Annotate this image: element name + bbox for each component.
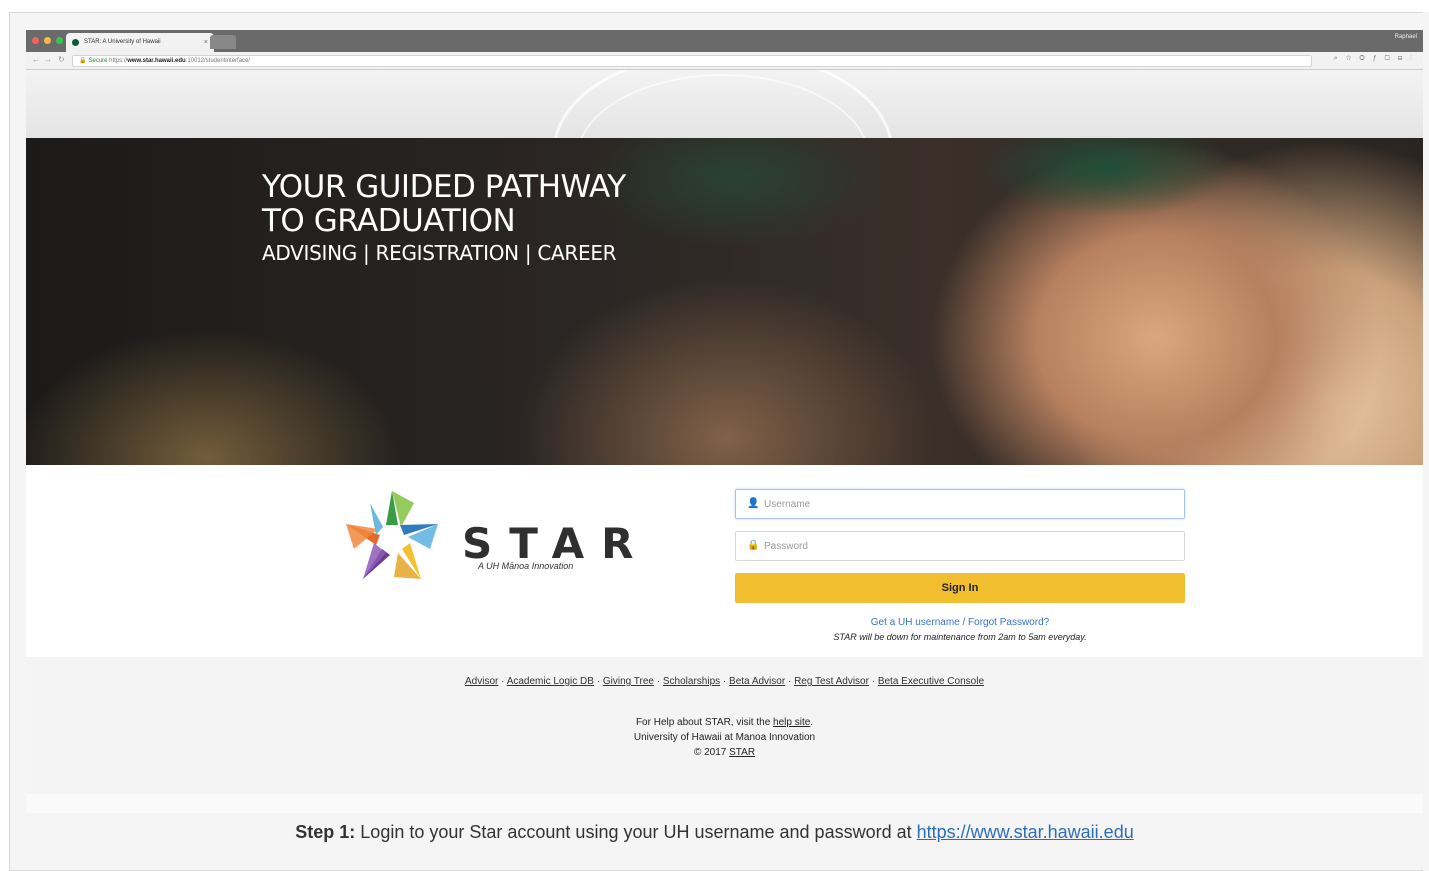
help-site-link[interactable]: help site [773,717,810,728]
hero-banner: YOUR GUIDED PATHWAY TO GRADUATION ADVISI… [26,138,1423,465]
password-field[interactable]: 🔒 [735,531,1185,561]
favicon-icon [72,39,79,46]
footer-help: For Help about STAR, visit the help site… [26,715,1423,760]
zoom-window-button[interactable] [56,37,63,44]
hero-line-1: YOUR GUIDED PATHWAY [262,169,626,205]
step-caption: Step 1: Login to your Star account using… [0,822,1429,843]
user-icon: 👤 [747,498,760,509]
star-footer-link[interactable]: STAR [729,747,755,758]
footer-separator: · [720,676,730,687]
frame-gap [1423,12,1429,871]
university-line: University of Hawaii at Manoa Innovation [633,732,816,743]
help-suffix: . [810,717,814,728]
step-label: Step 1: [295,822,356,842]
page-footer: Advisor · Academic Logic DB · Giving Tre… [26,657,1423,794]
forgot-password-link[interactable]: Get a UH username / Forgot Password? [735,617,1185,628]
footer-separator: · [498,676,507,687]
star-url-link[interactable]: https://www.star.hawaii.edu [917,822,1134,842]
new-tab-button[interactable] [210,35,236,49]
url-path: :10012/studentinterface/ [185,58,251,64]
footer-link-giving-tree[interactable]: Giving Tree [603,676,654,687]
close-window-button[interactable] [32,37,39,44]
footer-links: Advisor · Academic Logic DB · Giving Tre… [26,676,1423,687]
window-controls [32,37,63,44]
tab-close-icon[interactable]: × [204,33,208,52]
footer-link-advisor[interactable]: Advisor [465,676,498,687]
maintenance-notice: STAR will be down for maintenance from 2… [833,632,1087,642]
url-scheme: https:// [109,58,128,64]
tab-bar: STAR: A University of Hawaii × Raphael [26,30,1423,52]
footer-separator: · [785,676,795,687]
hero-line-3: ADVISING | REGISTRATION | CAREER [262,241,617,265]
login-section: STAR A UH Mānoa Innovation 👤 🔒 Sign In G… [26,465,1423,657]
browser-window: STAR: A University of Hawaii × Raphael ←… [26,30,1423,813]
address-bar: ← → ↻ 🔒 Secure https://www.star.hawaii.ed… [26,52,1423,70]
footer-link-reg-test-advisor[interactable]: Reg Test Advisor [794,676,869,687]
star-subtitle: A UH Mānoa Innovation [478,561,574,571]
copyright-prefix: © 2017 [693,747,730,758]
help-prefix: For Help about STAR, visit the [635,717,774,728]
lock-icon: 🔒 [79,58,87,64]
reload-icon[interactable]: ↻ [58,55,65,64]
browser-tab[interactable]: STAR: A University of Hawaii × [66,33,214,52]
forward-icon[interactable]: → [44,55,52,64]
toolbar-icons[interactable]: ⌕ ☆ ◎ ƒ ▢ ⊟ ⋮ [1334,55,1415,63]
secure-label: Secure [88,58,108,64]
step-text: Login to your Star account using your UH… [355,822,917,842]
tab-title: STAR: A University of Hawaii [84,39,161,45]
hero-line-2: TO GRADUATION [262,203,516,239]
url-field[interactable]: 🔒 Secure https://www.star.hawaii.edu:1001… [72,55,1312,67]
profile-name[interactable]: Raphael [1395,34,1417,40]
hero-photo-cap [586,138,886,248]
lock-icon: 🔒 [747,540,760,551]
back-icon[interactable]: ← [32,55,40,64]
username-field[interactable]: 👤 [735,489,1185,519]
page-header [26,70,1423,138]
footer-separator: · [653,676,663,687]
footer-separator: · [868,676,878,687]
password-input[interactable] [764,537,1174,555]
star-logo-icon [346,491,438,579]
footer-link-academic-logic-db[interactable]: Academic Logic DB [507,676,594,687]
copyright-line: © 2017 STAR [26,745,1423,760]
url-host: www.star.hawaii.edu [127,58,186,64]
help-line: For Help about STAR, visit the help site… [26,715,1423,730]
footer-separator: · [593,676,603,687]
footer-link-beta-executive-console[interactable]: Beta Executive Console [878,676,984,687]
hero-photo-cap-2 [976,138,1236,218]
footer-link-beta-advisor[interactable]: Beta Advisor [729,676,785,687]
username-input[interactable] [764,495,1174,513]
minimize-window-button[interactable] [44,37,51,44]
sign-in-button[interactable]: Sign In [735,573,1185,603]
hero-title: YOUR GUIDED PATHWAY TO GRADUATION ADVISI… [262,170,626,268]
footer-link-scholarships[interactable]: Scholarships [663,676,720,687]
